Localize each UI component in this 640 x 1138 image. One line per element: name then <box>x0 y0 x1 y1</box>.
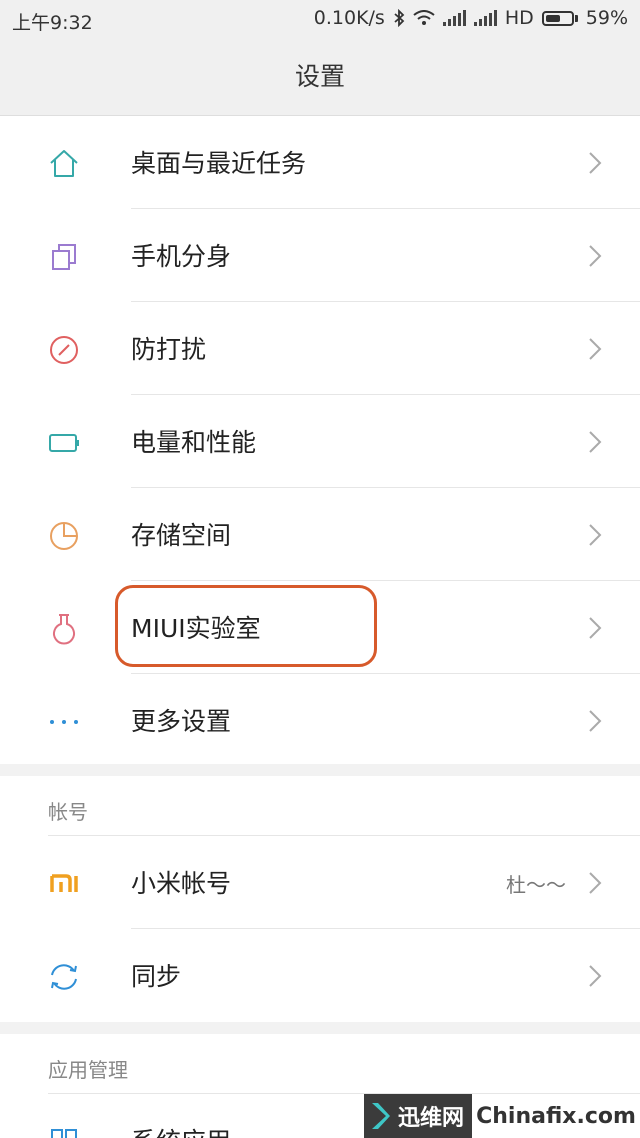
chevron-right-icon <box>589 872 602 894</box>
home-icon <box>50 150 78 177</box>
battery-icon <box>541 10 578 26</box>
highlight-annotation <box>115 585 377 667</box>
section-header-account: 帐号 <box>0 776 640 836</box>
settings-item-label: 存储空间 <box>131 521 232 550</box>
signal-icon-1 <box>442 10 466 26</box>
watermark-right: Chinafix.com <box>472 1094 640 1138</box>
sync-icon <box>51 964 77 990</box>
more-dots-icon <box>50 720 78 724</box>
settings-item-storage[interactable]: 存储空间 <box>0 488 640 581</box>
settings-item-label: 电量和性能 <box>131 428 257 457</box>
settings-item-mi-account[interactable]: 小米帐号 杜～～ <box>0 836 640 929</box>
battery-icon <box>49 434 79 452</box>
settings-item-do-not-disturb[interactable]: 防打扰 <box>0 302 640 395</box>
clone-icon <box>52 244 76 270</box>
battery-percent: 59% <box>585 7 628 29</box>
bluetooth-icon <box>394 9 405 27</box>
settings-item-desktop[interactable]: 桌面与最近任务 <box>0 116 640 209</box>
status-time: 上午9:32 <box>12 12 93 34</box>
watermark-left: 迅维网 <box>364 1094 473 1138</box>
watermark-en-text: Chinafix.com <box>476 1103 636 1129</box>
section-title: 帐号 <box>48 800 88 824</box>
settings-item-more-settings[interactable]: 更多设置 <box>0 674 640 767</box>
chevron-logo-icon <box>372 1103 390 1129</box>
chevron-right-icon <box>589 431 602 453</box>
net-speed: 0.10K/s <box>313 7 385 29</box>
chevron-right-icon <box>589 617 602 639</box>
settings-item-label: 小米帐号 <box>131 869 232 898</box>
settings-item-label: 系统应用 <box>131 1122 231 1138</box>
network-type: HD <box>504 7 534 29</box>
section-header-app-management: 应用管理 <box>0 1034 640 1094</box>
settings-item-label: 更多设置 <box>131 707 232 736</box>
mi-logo-icon <box>50 874 78 892</box>
account-group: 小米帐号 杜～～ 同步 <box>0 836 640 1022</box>
settings-item-label: 同步 <box>131 962 182 991</box>
settings-item-label: 手机分身 <box>131 242 232 271</box>
page-title: 设置 <box>0 38 640 116</box>
signal-icon-2 <box>473 10 497 26</box>
section-gap <box>0 1022 640 1034</box>
chevron-right-icon <box>589 524 602 546</box>
chevron-right-icon <box>589 338 602 360</box>
watermark-cn-text: 迅维网 <box>398 1106 465 1131</box>
wifi-icon <box>413 10 435 25</box>
settings-item-sync[interactable]: 同步 <box>0 929 640 1022</box>
flask-icon <box>53 614 75 645</box>
status-bar: 上午9:32 0.10K/s HD 59% <box>0 0 640 38</box>
section-title: 应用管理 <box>48 1058 128 1082</box>
chevron-right-icon <box>589 710 602 732</box>
apps-grid-icon <box>51 1129 77 1138</box>
chevron-right-icon <box>589 245 602 267</box>
storage-pie-icon <box>50 522 78 550</box>
settings-item-label: 桌面与最近任务 <box>131 149 307 178</box>
section-gap <box>0 764 640 776</box>
settings-item-label: 防打扰 <box>131 335 207 364</box>
account-name-value: 杜～～ <box>506 873 566 897</box>
watermark: 迅维网 Chinafix.com <box>364 1094 640 1138</box>
settings-item-second-space[interactable]: 手机分身 <box>0 209 640 302</box>
settings-item-battery-performance[interactable]: 电量和性能 <box>0 395 640 488</box>
chevron-right-icon <box>589 965 602 987</box>
do-not-disturb-icon <box>50 336 78 364</box>
chevron-right-icon <box>589 152 602 174</box>
